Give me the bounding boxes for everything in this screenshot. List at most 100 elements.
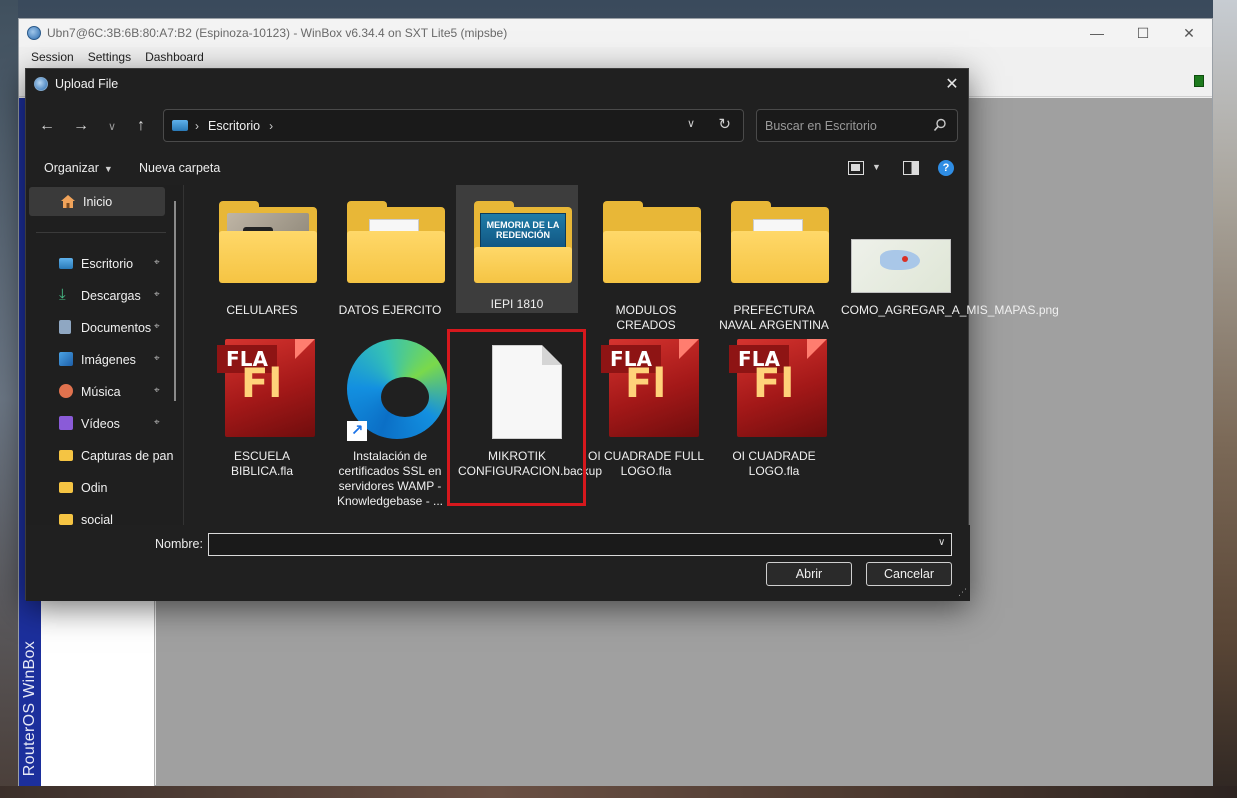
- folder-icon: [347, 201, 445, 285]
- pin-icon[interactable]: ⌖: [154, 417, 160, 428]
- address-dropdown-icon[interactable]: ∨: [687, 117, 695, 130]
- breadcrumb-separator-icon: ›: [195, 118, 199, 133]
- file-item-oi-cuadrade-full[interactable]: FLA Fl OI CUADRADE FULL LOGO.fla: [585, 329, 707, 509]
- folder-icon: [219, 201, 317, 285]
- pin-icon[interactable]: ⌖: [154, 289, 160, 300]
- file-name: Instalación de certificados SSL en servi…: [336, 449, 444, 508]
- address-bar[interactable]: › Escritorio › ∨ ↻: [163, 109, 744, 142]
- file-item-escuela-biblica[interactable]: FLA Fl ESCUELA BIBLICA.fla: [201, 329, 323, 509]
- open-button[interactable]: Abrir: [766, 562, 852, 586]
- fla-mark: Fl: [241, 361, 283, 407]
- file-name: ESCUELA BIBLICA.fla: [230, 449, 294, 478]
- nav-item-imagenes[interactable]: Imágenes ⌖: [29, 345, 184, 374]
- navigation-pane: Inicio Escritorio ⌖ ⤓ Descargas ⌖ Docume…: [26, 185, 184, 525]
- file-item-prefectura[interactable]: PREFECTURA NAVAL ARGENTINA: [713, 191, 835, 332]
- nav-item-label: Odin: [81, 480, 108, 495]
- nav-item-label: Imágenes: [81, 352, 136, 367]
- pin-icon[interactable]: ⌖: [154, 257, 160, 268]
- folder-icon: [59, 450, 73, 461]
- winbox-logo-icon: [34, 77, 48, 91]
- new-folder-button[interactable]: Nueva carpeta: [139, 161, 220, 175]
- flash-file-icon: FLA Fl: [601, 339, 701, 439]
- nav-item-label: Inicio: [83, 194, 113, 209]
- nav-item-label: Vídeos: [81, 416, 120, 431]
- help-icon[interactable]: ?: [938, 160, 954, 176]
- file-name: OI CUADRADE FULL LOGO.fla: [587, 449, 705, 478]
- view-mode-icon[interactable]: [848, 161, 864, 175]
- pin-icon[interactable]: ⌖: [154, 321, 160, 332]
- flash-file-icon: FLA Fl: [217, 339, 317, 439]
- file-item-celulares[interactable]: CELULARES: [201, 191, 323, 319]
- highlight-box: [447, 329, 586, 506]
- winbox-title: Ubn7@6C:3B:6B:80:A7:B2 (Espinoza-10123) …: [47, 26, 508, 40]
- search-box[interactable]: [756, 109, 958, 142]
- view-dropdown-icon[interactable]: ▼: [872, 162, 881, 172]
- dialog-body: Inicio Escritorio ⌖ ⤓ Descargas ⌖ Docume…: [26, 185, 1059, 525]
- breadcrumb-chevron-icon[interactable]: ›: [269, 119, 273, 133]
- file-name-dropdown-icon[interactable]: ∨: [938, 537, 945, 548]
- recent-locations-chevron-icon[interactable]: ∨: [99, 113, 125, 139]
- winbox-titlebar[interactable]: Ubn7@6C:3B:6B:80:A7:B2 (Espinoza-10123) …: [19, 19, 1212, 47]
- dialog-titlebar[interactable]: Upload File ✕: [26, 69, 968, 99]
- music-icon: [59, 384, 73, 398]
- file-item-iepi-1810[interactable]: MEMORIA DE LA REDENCIÓN IEPI 1810: [456, 185, 578, 313]
- minimize-icon[interactable]: —: [1074, 19, 1120, 47]
- nav-item-videos[interactable]: Vídeos ⌖: [29, 409, 184, 438]
- close-icon[interactable]: ✕: [1166, 19, 1212, 47]
- pin-icon[interactable]: ⌖: [154, 353, 160, 364]
- search-input[interactable]: [765, 118, 925, 133]
- status-indicator-icon: [1194, 75, 1204, 87]
- desktop-background-right: [1213, 0, 1237, 798]
- maximize-icon[interactable]: ☐: [1120, 19, 1166, 47]
- nav-item-label: Capturas de pan: [81, 448, 174, 463]
- nav-item-odin[interactable]: Odin: [29, 473, 184, 502]
- back-arrow-icon[interactable]: ←: [34, 113, 60, 139]
- flash-file-icon: FLA Fl: [729, 339, 829, 439]
- file-name-label: Nombre:: [155, 537, 203, 551]
- nav-item-musica[interactable]: Música ⌖: [29, 377, 184, 406]
- search-icon[interactable]: [933, 118, 947, 132]
- home-icon: [61, 195, 75, 208]
- forward-arrow-icon[interactable]: →: [68, 113, 94, 139]
- resize-grip-icon[interactable]: ⋰: [958, 587, 967, 598]
- folder-icon: [731, 201, 829, 285]
- fla-mark: Fl: [625, 361, 667, 407]
- organize-label: Organizar: [44, 161, 99, 175]
- nav-item-social[interactable]: social: [29, 505, 184, 525]
- nav-item-escritorio[interactable]: Escritorio ⌖: [29, 249, 184, 278]
- preview-pane-icon[interactable]: [903, 161, 919, 175]
- nav-item-capturas[interactable]: Capturas de pan: [29, 441, 184, 470]
- menu-session[interactable]: Session: [24, 50, 81, 64]
- file-item-oi-cuadrade-logo[interactable]: FLA Fl OI CUADRADE LOGO.fla: [713, 329, 835, 509]
- file-item-datos-ejercito[interactable]: DATOS EJERCITO: [329, 191, 451, 319]
- folder-icon: [59, 482, 73, 493]
- organize-button[interactable]: Organizar ▼: [44, 161, 113, 175]
- dialog-title: Upload File: [55, 77, 119, 91]
- file-item-instalacion-ssl[interactable]: ↗ Instalación de certificados SSL en ser…: [329, 329, 451, 509]
- file-name-input[interactable]: [208, 533, 952, 556]
- nav-item-home[interactable]: Inicio: [29, 187, 165, 216]
- nav-item-documentos[interactable]: Documentos ⌖: [29, 313, 184, 342]
- file-item-modulos-creados[interactable]: MODULOS CREADOS: [585, 191, 707, 332]
- desktop-background-left: [0, 0, 18, 798]
- pin-icon[interactable]: ⌖: [154, 385, 160, 396]
- folder-icon: MEMORIA DE LA REDENCIÓN: [474, 201, 572, 285]
- file-item-como-agregar[interactable]: COMO_AGREGAR_A_MIS_MAPAS.png: [839, 191, 1059, 319]
- up-arrow-icon[interactable]: ↑: [128, 113, 154, 139]
- breadcrumb-location[interactable]: Escritorio: [208, 119, 260, 133]
- refresh-icon[interactable]: ↻: [718, 115, 731, 133]
- cancel-button[interactable]: Cancelar: [866, 562, 952, 586]
- menu-settings[interactable]: Settings: [81, 50, 138, 64]
- documents-icon: [59, 320, 71, 334]
- command-bar: Organizar ▼ Nueva carpeta ▼ ?: [26, 155, 970, 183]
- file-name: IEPI 1810: [490, 297, 544, 311]
- image-thumbnail: [851, 239, 951, 293]
- nav-item-label: Música: [81, 384, 121, 399]
- menu-dashboard[interactable]: Dashboard: [138, 50, 211, 64]
- file-name: COMO_AGREGAR_A_MIS_MAPAS.png: [841, 303, 1059, 317]
- folder-icon: [603, 201, 701, 285]
- file-name: OI CUADRADE LOGO.fla: [732, 449, 816, 478]
- dialog-close-icon[interactable]: ✕: [936, 69, 968, 99]
- desktop-icon: [59, 258, 73, 269]
- nav-item-descargas[interactable]: ⤓ Descargas ⌖: [29, 281, 184, 310]
